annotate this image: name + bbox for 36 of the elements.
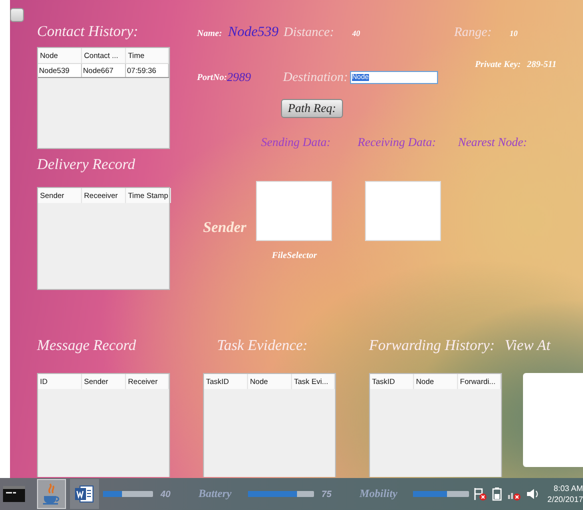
taskbar-app[interactable] <box>36 479 66 509</box>
section-title: View At <box>504 338 550 355</box>
flag-icon <box>473 487 488 501</box>
data-heading: Sending Data: <box>261 135 331 150</box>
meter-reading: 40 <box>160 489 171 499</box>
taskbar-app[interactable] <box>70 479 98 509</box>
private-key-value: 289-511 <box>527 59 557 69</box>
coffee-cup-icon <box>41 482 62 506</box>
section-title: Delivery Record <box>37 157 136 174</box>
data-heading: Nearest Node: <box>458 135 528 150</box>
private-key-label: Private Key: <box>475 59 521 69</box>
name-label: Name: <box>197 28 222 38</box>
range-value: 10 <box>510 29 518 38</box>
meter-reading: 75 <box>322 489 332 499</box>
node-name: Node539 <box>228 25 279 41</box>
meter-label: Mobility <box>360 488 398 500</box>
section-title: Forwarding History: <box>369 338 495 355</box>
clock-date: 2/20/2017 <box>547 494 583 505</box>
section-title: Contact History: <box>37 24 140 41</box>
port-value: 2989 <box>227 70 251 84</box>
corner-button[interactable] <box>10 8 24 22</box>
section-title: Message Record <box>37 338 137 355</box>
battery-icon <box>492 487 502 501</box>
data-heading: Receiving Data: <box>358 135 436 150</box>
sender-label: Sender <box>203 220 246 237</box>
clock-time: 8:03 AM <box>554 483 583 494</box>
port-label: PortNo: <box>197 72 227 82</box>
meter-label: Battery <box>198 488 232 500</box>
path-request-button[interactable]: Path Req: <box>281 99 343 118</box>
range-label: Range: <box>454 24 492 40</box>
console-icon <box>3 486 26 502</box>
destination-label: Destination: <box>283 69 348 85</box>
distance-label: Distance: <box>284 24 334 40</box>
speaker-icon <box>526 487 540 501</box>
document-icon <box>74 484 94 504</box>
distance-value: 40 <box>352 29 360 38</box>
